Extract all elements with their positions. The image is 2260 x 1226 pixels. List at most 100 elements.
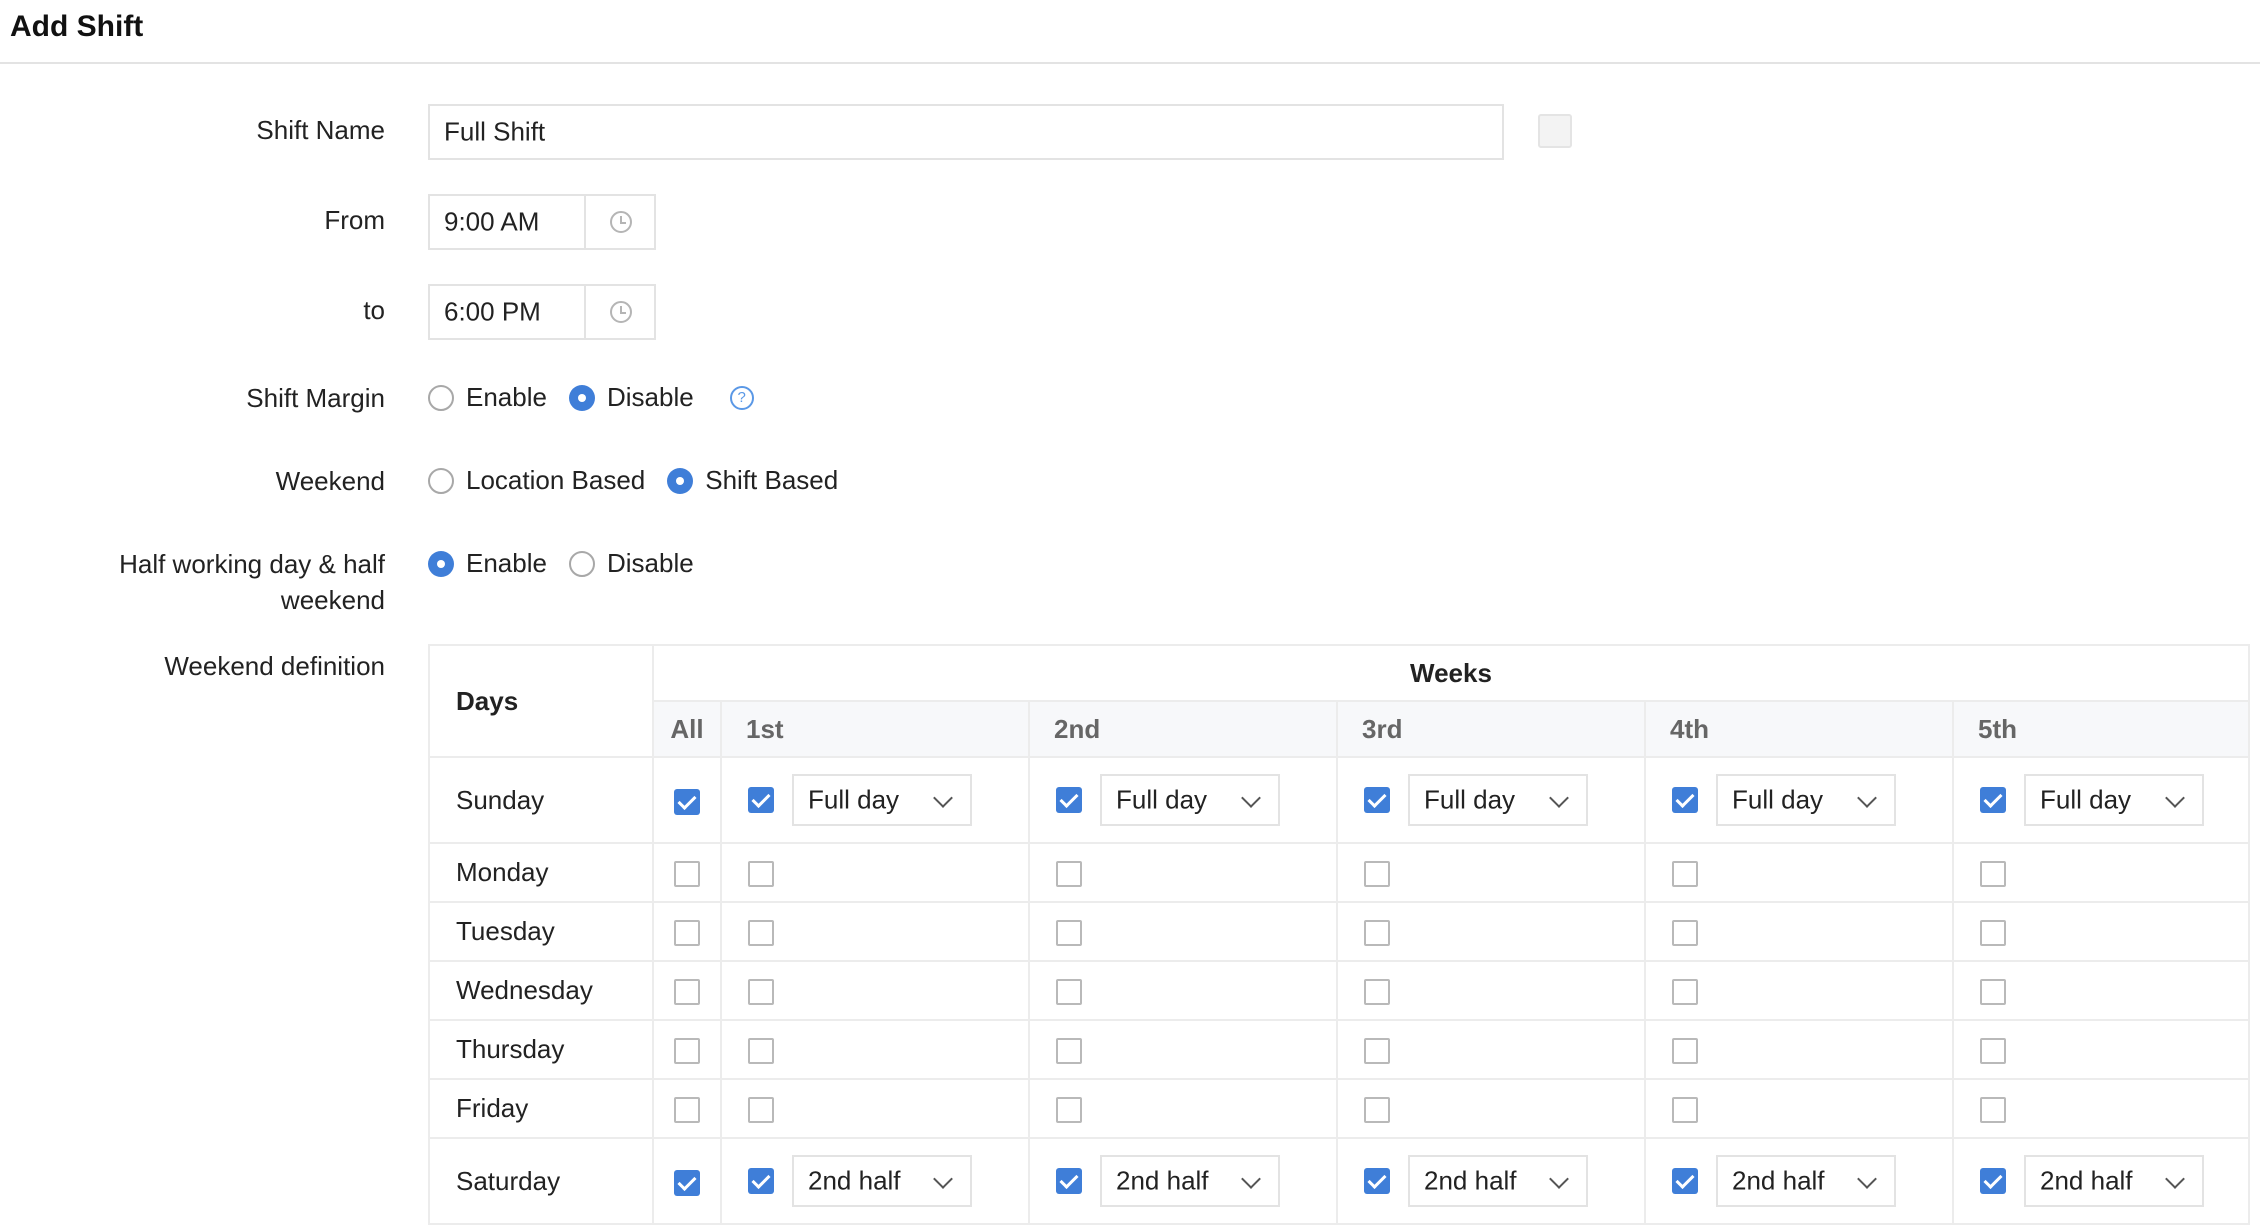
week-checkbox[interactable] (1364, 979, 1390, 1006)
color-picker-button[interactable] (1538, 114, 1572, 148)
week-checkbox[interactable] (1056, 1097, 1082, 1124)
week-checkbox[interactable] (1056, 920, 1082, 947)
week-checkbox[interactable] (748, 861, 774, 888)
to-time-value: 6:00 PM (444, 296, 541, 327)
week-checkbox[interactable] (1056, 1168, 1082, 1194)
table-row: Sunday Full day Full day Full day Full day Fu… (428, 756, 2250, 844)
week-checkbox[interactable] (1364, 787, 1390, 813)
week-checkbox[interactable] (1364, 1097, 1390, 1124)
shift-name-value: Full Shift (444, 116, 546, 147)
week-col-header: 3rd (1336, 700, 1646, 758)
week-checkbox[interactable] (674, 1038, 700, 1065)
week-checkbox[interactable] (1364, 1038, 1390, 1065)
day-cell: Thursday (428, 1019, 654, 1080)
day-portion-select[interactable]: 2nd half (2024, 1155, 2204, 1207)
select-value: 2nd half (808, 1165, 901, 1196)
day-portion-select[interactable]: Full day (1408, 774, 1588, 826)
day-portion-select[interactable]: Full day (1100, 774, 1280, 826)
week-cell (1952, 1078, 2250, 1139)
week-cell (1952, 1019, 2250, 1080)
week-checkbox[interactable] (1980, 861, 2006, 888)
week-checkbox[interactable] (1980, 787, 2006, 813)
week-checkbox[interactable] (1672, 787, 1698, 813)
to-time-input[interactable]: 6:00 PM (428, 284, 656, 340)
week-checkbox[interactable] (1980, 1168, 2006, 1194)
week-checkbox[interactable] (748, 787, 774, 813)
week-checkbox[interactable] (748, 920, 774, 947)
shift-margin-enable-radio[interactable] (428, 384, 454, 411)
day-portion-select[interactable]: 2nd half (792, 1155, 972, 1207)
weekend-label: Weekend (275, 466, 385, 496)
table-row: Tuesday (428, 901, 2250, 962)
week-checkbox[interactable] (1056, 861, 1082, 888)
week-checkbox[interactable] (748, 979, 774, 1006)
week-checkbox[interactable] (1056, 1038, 1082, 1065)
week-checkbox[interactable] (748, 1097, 774, 1124)
week-checkbox[interactable] (1672, 1168, 1698, 1194)
week-cell (720, 960, 1030, 1021)
week-col-header: All (652, 700, 722, 758)
table-row: Friday (428, 1078, 2250, 1139)
week-cell (652, 1137, 722, 1225)
week-cell (1336, 1078, 1646, 1139)
week-checkbox[interactable] (1364, 861, 1390, 888)
weekend-definition-label: Weekend definition (164, 651, 385, 681)
table-row: Wednesday (428, 960, 2250, 1021)
week-cell: Full day (1336, 756, 1646, 844)
day-cell: Tuesday (428, 901, 654, 962)
week-cell (1952, 901, 2250, 962)
chevron-down-icon (1549, 1169, 1569, 1189)
week-checkbox[interactable] (1364, 1168, 1390, 1194)
day-portion-select[interactable]: 2nd half (1716, 1155, 1896, 1207)
week-checkbox[interactable] (674, 979, 700, 1006)
day-portion-select[interactable]: Full day (1716, 774, 1896, 826)
week-checkbox[interactable] (1056, 787, 1082, 813)
from-time-input[interactable]: 9:00 AM (428, 194, 656, 250)
shift-name-input[interactable]: Full Shift (428, 104, 1504, 160)
clock-icon[interactable] (610, 211, 632, 233)
week-checkbox[interactable] (1672, 920, 1698, 947)
table-row: Thursday (428, 1019, 2250, 1080)
week-checkbox[interactable] (674, 1097, 700, 1124)
week-checkbox[interactable] (1672, 1038, 1698, 1065)
week-checkbox[interactable] (1672, 979, 1698, 1006)
day-portion-select[interactable]: Full day (792, 774, 972, 826)
select-value: 2nd half (2040, 1165, 2133, 1196)
clock-icon[interactable] (610, 301, 632, 323)
week-checkbox[interactable] (1364, 920, 1390, 947)
weekend-radio-group: Location Based Shift Based (428, 465, 860, 496)
week-checkbox[interactable] (1980, 1097, 2006, 1124)
help-icon[interactable]: ? (729, 385, 754, 410)
day-portion-select[interactable]: Full day (2024, 774, 2204, 826)
week-checkbox[interactable] (748, 1168, 774, 1194)
week-cell (652, 1078, 722, 1139)
select-value: 2nd half (1424, 1165, 1517, 1196)
week-checkbox[interactable] (1056, 979, 1082, 1006)
week-checkbox[interactable] (1980, 920, 2006, 947)
half-day-disable-radio[interactable] (568, 550, 595, 577)
week-checkbox[interactable] (674, 788, 700, 815)
day-portion-select[interactable]: 2nd half (1408, 1155, 1588, 1207)
week-checkbox[interactable] (1672, 861, 1698, 888)
week-checkbox[interactable] (1672, 1097, 1698, 1124)
weekend-shift-based-radio[interactable] (667, 467, 694, 494)
week-checkbox[interactable] (1980, 1038, 2006, 1065)
half-day-enable-radio[interactable] (428, 550, 454, 577)
week-checkbox[interactable] (748, 1038, 774, 1065)
week-checkbox[interactable] (1980, 979, 2006, 1006)
week-checkbox[interactable] (674, 920, 700, 947)
week-cell (720, 842, 1030, 903)
week-checkbox[interactable] (674, 861, 700, 888)
day-portion-select[interactable]: 2nd half (1100, 1155, 1280, 1207)
week-cell (720, 1078, 1030, 1139)
weekend-location-based-radio[interactable] (428, 467, 454, 494)
week-checkbox[interactable] (674, 1169, 700, 1196)
day-cell: Monday (428, 842, 654, 903)
shift-margin-disable-radio[interactable] (568, 384, 595, 411)
week-cell (1644, 901, 1954, 962)
week-cell: Full day (1952, 756, 2250, 844)
week-cell (1336, 1019, 1646, 1080)
chevron-down-icon (933, 1169, 953, 1189)
radio-label: Enable (466, 382, 547, 412)
week-cell (652, 960, 722, 1021)
